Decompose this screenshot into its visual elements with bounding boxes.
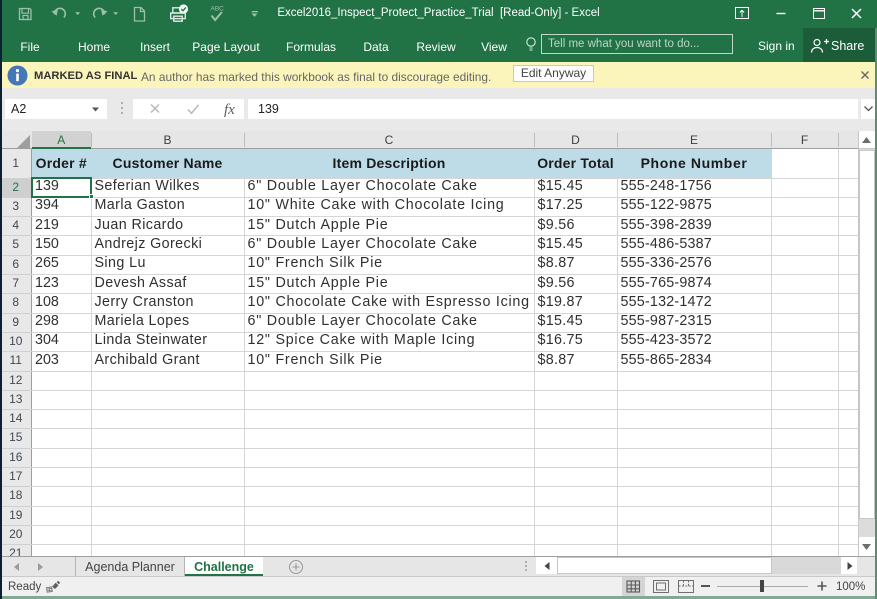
svg-text:fx: fx: [224, 102, 235, 118]
